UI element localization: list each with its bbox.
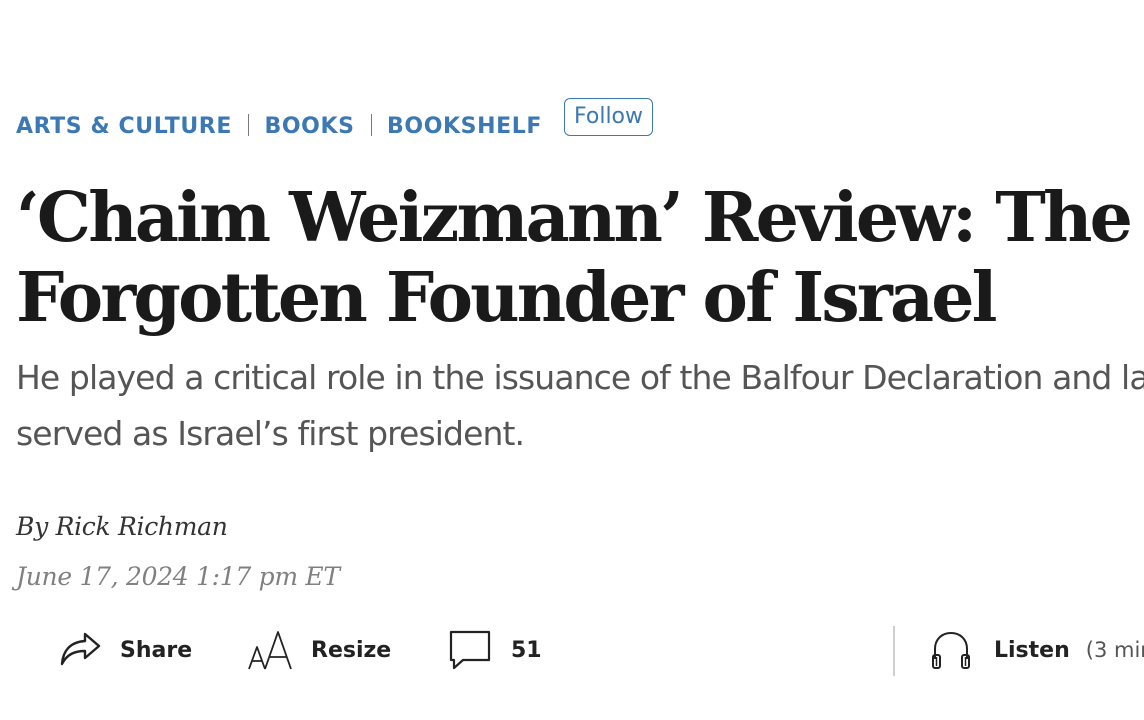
headphones-icon <box>930 629 972 671</box>
resize-label: Resize <box>311 637 392 663</box>
article-dek-container: He played a critical role in the issuanc… <box>0 340 1144 470</box>
breadcrumb-separator <box>370 114 373 136</box>
listen-button[interactable]: Listen (3 min) <box>930 620 1144 680</box>
breadcrumb-arts-culture[interactable]: ARTS & CULTURE <box>16 114 232 139</box>
article-dek: He played a critical role in the issuanc… <box>16 358 1144 453</box>
comments-button[interactable]: 51 <box>448 620 542 680</box>
publish-timestamp: June 17, 2024 1:17 pm ET <box>16 562 340 591</box>
speech-bubble-icon <box>448 629 492 671</box>
breadcrumb-books[interactable]: BOOKS <box>264 114 354 139</box>
comments-count: 51 <box>511 637 542 663</box>
text-resize-icon <box>247 629 293 671</box>
byline-prefix: By <box>16 512 48 541</box>
tools-divider <box>893 626 895 676</box>
follow-button[interactable]: Follow <box>564 98 654 136</box>
share-arrow-icon <box>58 630 102 670</box>
share-button[interactable]: Share <box>58 620 192 680</box>
listen-label: Listen <box>994 637 1070 663</box>
share-label: Share <box>120 637 193 663</box>
breadcrumb-separator <box>247 114 250 136</box>
breadcrumb: ARTS & CULTURE BOOKS BOOKSHELF Follow <box>16 96 654 142</box>
article-headline: ‘Chaim Weizmann’ Review: The Forgotten F… <box>16 178 1133 338</box>
author-link[interactable]: Rick Richman <box>56 512 228 541</box>
byline: By Rick Richman <box>16 512 228 541</box>
resize-button[interactable]: Resize <box>247 620 391 680</box>
listen-duration: (3 min) <box>1085 638 1144 662</box>
article-tools: Share Resize 51 Listen (3 mi <box>0 620 1144 680</box>
breadcrumb-bookshelf[interactable]: BOOKSHELF <box>387 114 542 139</box>
